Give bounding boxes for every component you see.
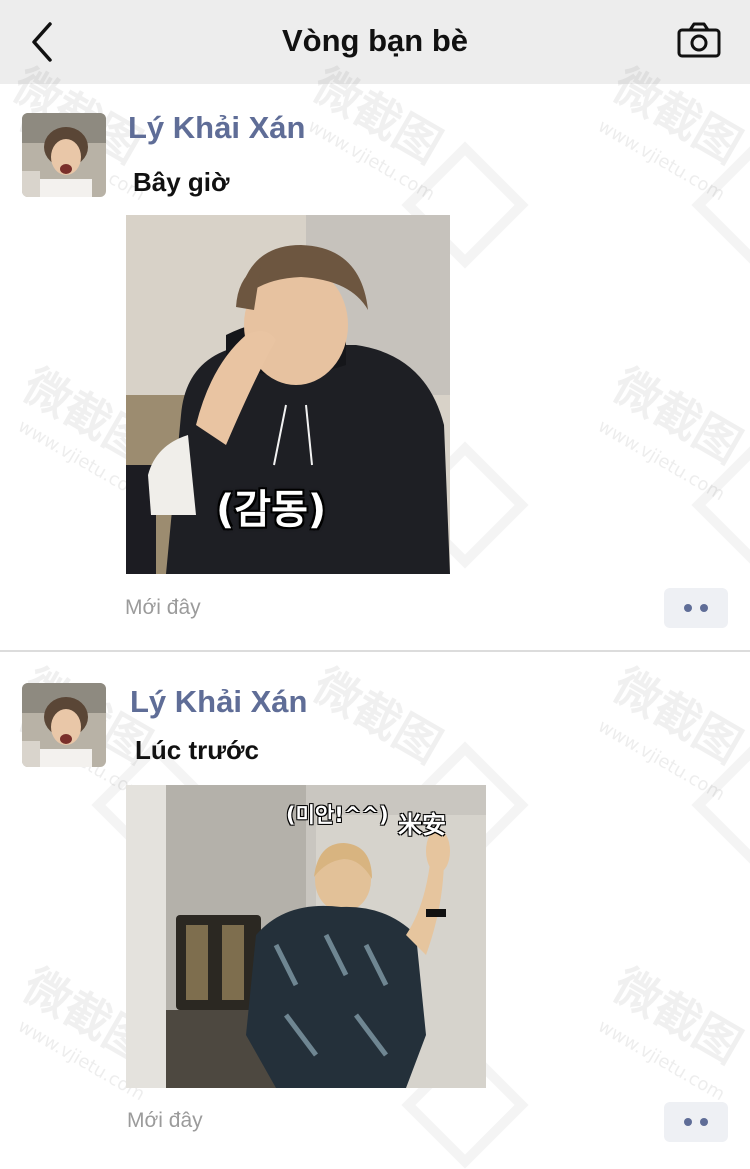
- moment-post: Lý Khải Xán Bây giờ (감동) Mới đây: [0, 84, 750, 650]
- post-username[interactable]: Lý Khải Xán: [130, 682, 307, 722]
- post-image[interactable]: (감동): [126, 215, 450, 574]
- avatar[interactable]: [22, 113, 106, 197]
- page-title: Vòng bạn bè: [282, 23, 468, 58]
- more-options-button[interactable]: [664, 1102, 728, 1142]
- post-time: Mới đây: [127, 1109, 203, 1132]
- image-caption: (감동): [216, 487, 327, 533]
- top-navigation-bar: Vòng bạn bè: [0, 0, 750, 84]
- camera-icon: [677, 22, 721, 58]
- moment-post: Lý Khải Xán Lúc trước (미안!^^) 米安 Mới đây: [0, 652, 750, 1161]
- avatar[interactable]: [22, 683, 106, 767]
- post-username[interactable]: Lý Khải Xán: [128, 108, 305, 148]
- image-caption-chinese: 米安: [398, 811, 446, 839]
- camera-button[interactable]: [676, 20, 724, 62]
- post-time: Mới đây: [125, 596, 201, 619]
- dot-icon: [700, 1118, 708, 1126]
- dot-icon: [684, 604, 692, 612]
- post-text: Bây giờ: [133, 167, 230, 197]
- more-options-button[interactable]: [664, 588, 728, 628]
- dot-icon: [700, 604, 708, 612]
- image-caption: (미안!^^): [286, 803, 389, 827]
- post-image[interactable]: (미안!^^) 米安: [126, 785, 486, 1088]
- dot-icon: [684, 1118, 692, 1126]
- post-text: Lúc trước: [135, 735, 259, 765]
